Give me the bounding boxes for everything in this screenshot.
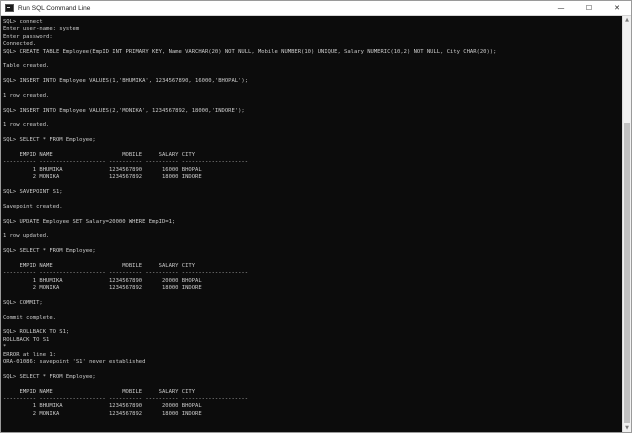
console-line: Table created.: [3, 63, 50, 70]
console-line: 1 row created.: [3, 122, 50, 129]
scroll-down-arrow-icon[interactable]: ▼: [623, 424, 631, 432]
scroll-thumb[interactable]: [624, 123, 630, 423]
console-line: SQL> UPDATE Employee SET Salary=20000 WH…: [3, 218, 176, 225]
console-output[interactable]: SQL> connect Enter user-name: system Enter…: [2, 17, 622, 432]
console-line: SQL> CREATE TABLE Employee(EmpID INT PRI…: [3, 48, 497, 55]
console-line: SQL> COMMIT;: [3, 299, 43, 306]
console-line: SQL> connect: [3, 19, 43, 25]
console-line: Connected.: [3, 41, 37, 48]
console-line: Enter password:: [3, 33, 53, 40]
console-line: SQL> SAVEPOINT S1;: [3, 188, 63, 195]
console-line: Enter user-name: system: [3, 26, 80, 33]
console-line: ORA-01086: savepoint 'S1' never establis…: [3, 358, 146, 365]
terminal-icon: [5, 4, 14, 12]
console-line: 2 MONIKA 1234567892 18000 INDORE: [3, 174, 202, 181]
console-line: ---------- -------------------- --------…: [3, 395, 249, 402]
console-line: SQL> INSERT INTO Employee VALUES(2,'MONI…: [3, 107, 245, 114]
window-title: Run SQL Command Line: [18, 4, 91, 12]
console-line: SQL> SELECT * FROM Employee;: [3, 248, 96, 255]
console-line: 2 MONIKA 1234567892 18000 INDORE: [3, 410, 202, 417]
console-line: SQL> SELECT * FROM Employee;: [3, 373, 96, 380]
console-line: SQL> ROLLBACK TO S1;: [3, 329, 70, 336]
console-line: 1 row updated.: [3, 233, 50, 240]
console-line: 1 BHUMIKA 1234567890 20000 BHOPAL: [3, 403, 202, 410]
console-line: 1 row created.: [3, 92, 50, 99]
window-controls: — ☐ ✕: [547, 1, 631, 15]
console-line: ---------- -------------------- --------…: [3, 159, 249, 166]
console-window: Run SQL Command Line — ☐ ✕ SQL> connect E…: [0, 0, 632, 433]
console-line: ERROR at line 1:: [3, 351, 56, 358]
title-bar[interactable]: Run SQL Command Line — ☐ ✕: [1, 1, 631, 16]
console-line: SQL> SELECT * FROM Employee;: [3, 137, 96, 144]
scroll-up-arrow-icon[interactable]: ▲: [623, 16, 631, 24]
minimize-button[interactable]: —: [547, 1, 575, 15]
console-line: Commit complete.: [3, 314, 56, 321]
console-line: 1 BHUMIKA 1234567890 20000 BHOPAL: [3, 277, 202, 284]
console-line: EMPID NAME MOBILE SALARY CITY: [3, 262, 196, 269]
console-line: EMPID NAME MOBILE SALARY CITY: [3, 388, 196, 395]
console-line: Savepoint created.: [3, 203, 63, 210]
vertical-scrollbar[interactable]: ▲ ▼: [622, 16, 631, 432]
console-line: SQL> INSERT INTO Employee VALUES(1,'BHUM…: [3, 78, 249, 85]
close-button[interactable]: ✕: [603, 1, 631, 15]
console-line: EMPID NAME MOBILE SALARY CITY: [3, 152, 196, 159]
console-line: ROLLBACK TO S1: [3, 336, 50, 343]
console-line: ---------- -------------------- --------…: [3, 270, 249, 277]
console-line: 2 MONIKA 1234567892 18000 INDORE: [3, 285, 202, 292]
maximize-button[interactable]: ☐: [575, 1, 603, 15]
console-line: 1 BHUMIKA 1234567890 16000 BHOPAL: [3, 166, 202, 173]
console-line: *: [3, 344, 7, 351]
